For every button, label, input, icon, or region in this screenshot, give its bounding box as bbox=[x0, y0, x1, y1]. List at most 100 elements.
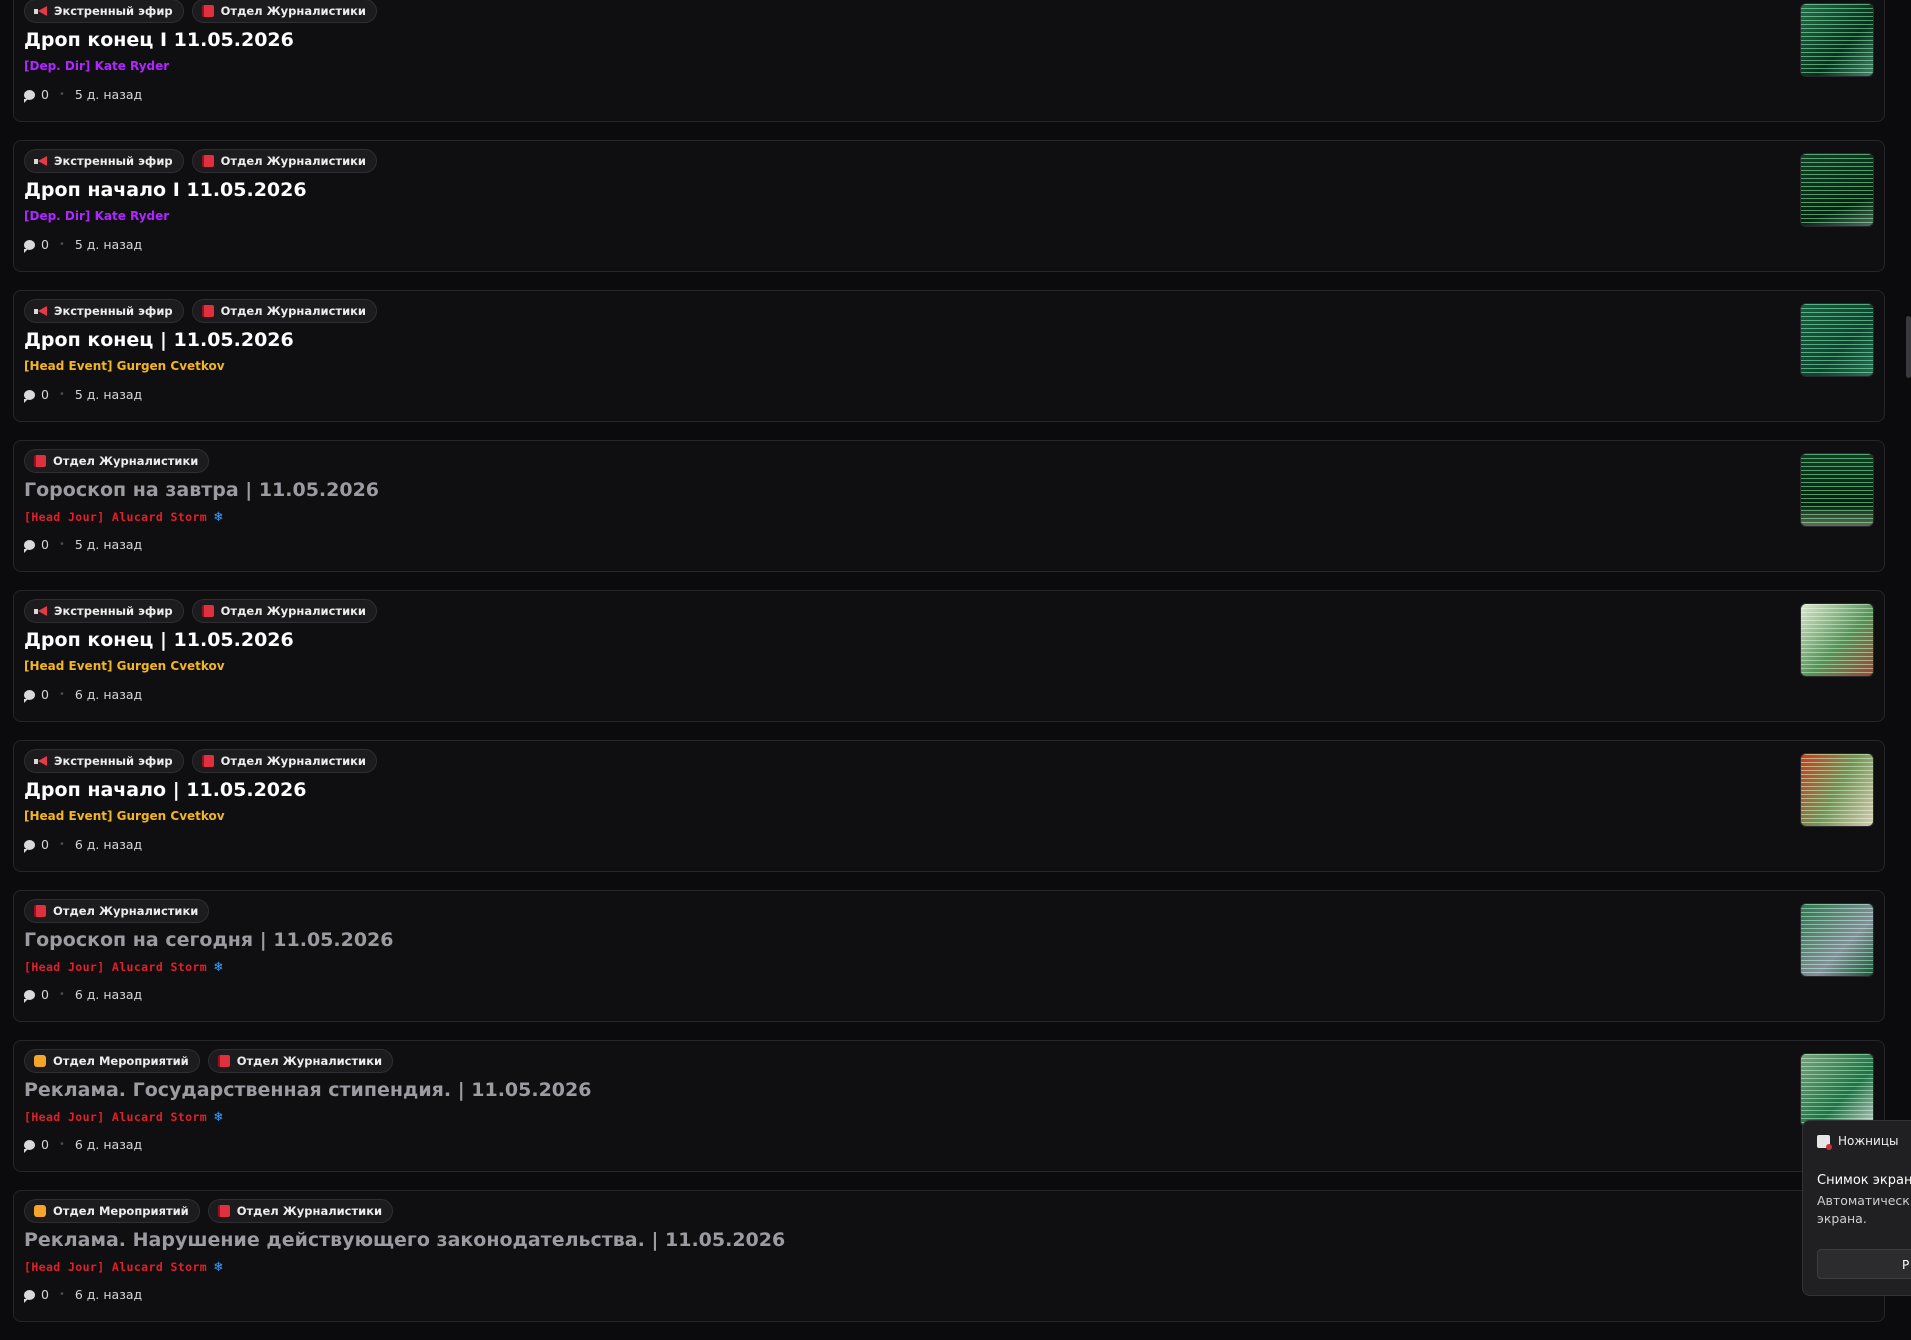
post-feed: Экстренный эфир Отдел Журналистики Дроп ко… bbox=[13, 0, 1885, 1340]
comment-icon bbox=[24, 989, 35, 1003]
book-icon bbox=[217, 1205, 230, 1217]
snipping-tool-notification[interactable]: Ножницы Снимок экрана Автоматическ экран… bbox=[1802, 1120, 1911, 1296]
post-card[interactable]: Отдел Журналистики Гороскоп на сегодня | … bbox=[13, 890, 1885, 1022]
post-time: 5 д. назад bbox=[74, 87, 143, 102]
post-title[interactable]: Гороскоп на сегодня | 11.05.2026 bbox=[24, 929, 394, 951]
comment-icon bbox=[24, 1139, 35, 1153]
post-time: 6 д. назад bbox=[74, 1287, 143, 1302]
post-meta: 0 • 6 д. назад bbox=[24, 1287, 143, 1303]
post-title[interactable]: Реклама. Государственная стипендия. | 11… bbox=[24, 1079, 591, 1101]
post-thumbnail[interactable] bbox=[1800, 453, 1874, 527]
book-icon bbox=[201, 305, 214, 317]
post-card[interactable]: Отдел Мероприятий Отдел Журналистики Рекла… bbox=[13, 1190, 1885, 1322]
tag-chip[interactable]: Отдел Журналистики bbox=[207, 1049, 394, 1073]
author-name: [Dep. Dir] Kate Ryder bbox=[24, 59, 170, 73]
post-title[interactable]: Дроп конец | 11.05.2026 bbox=[24, 629, 294, 651]
post-author[interactable]: [Head Jour] Alucard Storm ❄ bbox=[24, 1109, 223, 1125]
tag-chip[interactable]: Отдел Журналистики bbox=[24, 449, 210, 473]
post-author[interactable]: [Head Jour] Alucard Storm ❄ bbox=[24, 1259, 223, 1275]
post-thumbnail[interactable] bbox=[1800, 753, 1874, 827]
author-name: [Head Event] Gurgen Cvetkov bbox=[24, 359, 225, 373]
post-card[interactable]: Экстренный эфир Отдел Журналистики Дроп ко… bbox=[13, 0, 1885, 122]
comment-count: 0 bbox=[41, 1137, 49, 1152]
tag-label: Отдел Журналистики bbox=[236, 1054, 383, 1068]
meta-separator: • bbox=[58, 389, 65, 400]
tag-label: Отдел Журналистики bbox=[220, 4, 366, 18]
post-card[interactable]: Экстренный эфир Отдел Журналистики Дроп на… bbox=[13, 140, 1885, 272]
megaphone-icon bbox=[34, 605, 47, 617]
megaphone-icon bbox=[34, 755, 47, 767]
tag-chip[interactable]: Отдел Журналистики bbox=[191, 149, 377, 173]
post-author[interactable]: [Head Jour] Alucard Storm ❄ bbox=[24, 509, 223, 525]
tag-chip[interactable]: Отдел Журналистики bbox=[207, 1199, 394, 1223]
post-thumbnail[interactable] bbox=[1800, 1053, 1874, 1127]
tag-chip[interactable]: Отдел Журналистики bbox=[191, 599, 377, 623]
post-title[interactable]: Дроп начало I 11.05.2026 bbox=[24, 179, 307, 201]
tag-chip[interactable]: Отдел Мероприятий bbox=[24, 1049, 200, 1073]
post-meta: 0 • 5 д. назад bbox=[24, 537, 142, 553]
meta-separator: • bbox=[58, 839, 65, 850]
post-title[interactable]: Дроп конец I 11.05.2026 bbox=[24, 29, 294, 51]
tag-chip[interactable]: Отдел Журналистики bbox=[191, 749, 377, 773]
tag-chip[interactable]: Экстренный эфир bbox=[24, 0, 184, 23]
post-time: 6 д. назад bbox=[74, 687, 143, 702]
post-card[interactable]: Экстренный эфир Отдел Журналистики Дроп ко… bbox=[13, 290, 1885, 422]
post-author[interactable]: [Head Jour] Alucard Storm ❄ bbox=[24, 959, 223, 975]
post-tags: Отдел Журналистики bbox=[24, 449, 210, 473]
tag-label: Отдел Журналистики bbox=[220, 754, 366, 768]
post-title[interactable]: Гороскоп на завтра | 11.05.2026 bbox=[24, 479, 379, 501]
tag-chip[interactable]: Отдел Мероприятий bbox=[24, 1199, 200, 1223]
post-tags: Экстренный эфир Отдел Журналистики bbox=[24, 749, 377, 773]
author-name: [Head Jour] Alucard Storm bbox=[24, 1260, 208, 1274]
post-thumbnail[interactable] bbox=[1800, 603, 1874, 677]
post-card[interactable]: Отдел Журналистики Гороскоп на завтра | 1… bbox=[13, 440, 1885, 572]
comment-count: 0 bbox=[41, 387, 49, 402]
tag-chip[interactable]: Отдел Журналистики bbox=[191, 0, 377, 23]
post-tags: Экстренный эфир Отдел Журналистики bbox=[24, 0, 377, 23]
comment-count: 0 bbox=[41, 87, 49, 102]
post-time: 6 д. назад bbox=[74, 987, 143, 1002]
post-meta: 0 • 6 д. назад bbox=[24, 987, 143, 1003]
book-icon bbox=[217, 1055, 230, 1067]
tag-label: Отдел Мероприятий bbox=[53, 1204, 189, 1218]
meta-separator: • bbox=[58, 539, 65, 550]
post-meta: 0 • 6 д. назад bbox=[24, 687, 143, 703]
tag-label: Отдел Журналистики bbox=[53, 454, 199, 468]
notification-action-button[interactable]: Р bbox=[1817, 1249, 1911, 1279]
post-author[interactable]: [Dep. Dir] Kate Ryder bbox=[24, 209, 169, 223]
post-author[interactable]: [Head Event] Gurgen Cvetkov bbox=[24, 809, 225, 823]
post-time: 6 д. назад bbox=[74, 837, 143, 852]
tag-chip[interactable]: Экстренный эфир bbox=[24, 599, 184, 623]
post-thumbnail[interactable] bbox=[1800, 153, 1874, 227]
tag-label: Отдел Журналистики bbox=[220, 604, 366, 618]
book-icon bbox=[34, 455, 46, 467]
meta-separator: • bbox=[58, 1139, 65, 1150]
post-card[interactable]: Отдел Мероприятий Отдел Журналистики Рекла… bbox=[13, 1040, 1885, 1172]
post-author[interactable]: [Dep. Dir] Kate Ryder bbox=[24, 59, 169, 73]
tag-chip[interactable]: Экстренный эфир bbox=[24, 149, 184, 173]
comment-icon bbox=[24, 689, 35, 703]
post-title[interactable]: Дроп конец | 11.05.2026 bbox=[24, 329, 294, 351]
comment-count: 0 bbox=[41, 537, 49, 552]
meta-separator: • bbox=[58, 89, 65, 100]
post-card[interactable]: Экстренный эфир Отдел Журналистики Дроп ко… bbox=[13, 590, 1885, 722]
tag-chip[interactable]: Экстренный эфир bbox=[24, 299, 184, 323]
post-author[interactable]: [Head Event] Gurgen Cvetkov bbox=[24, 359, 225, 373]
post-thumbnail[interactable] bbox=[1800, 903, 1874, 977]
post-thumbnail[interactable] bbox=[1800, 3, 1874, 77]
post-tags: Экстренный эфир Отдел Журналистики bbox=[24, 149, 377, 173]
post-time: 5 д. назад bbox=[74, 237, 143, 252]
tag-chip[interactable]: Отдел Журналистики bbox=[191, 299, 377, 323]
tag-label: Отдел Журналистики bbox=[236, 1204, 383, 1218]
notification-body: Автоматическ экрана. bbox=[1817, 1193, 1910, 1226]
tag-chip[interactable]: Отдел Журналистики bbox=[24, 899, 210, 923]
author-name: [Dep. Dir] Kate Ryder bbox=[24, 209, 170, 223]
post-title[interactable]: Дроп начало | 11.05.2026 bbox=[24, 779, 306, 801]
tag-chip[interactable]: Экстренный эфир bbox=[24, 749, 184, 773]
post-thumbnail[interactable] bbox=[1800, 303, 1874, 377]
megaphone-icon bbox=[34, 155, 47, 167]
post-author[interactable]: [Head Event] Gurgen Cvetkov bbox=[24, 659, 225, 673]
post-card[interactable]: Экстренный эфир Отдел Журналистики Дроп на… bbox=[13, 740, 1885, 872]
post-title[interactable]: Реклама. Нарушение действующего законода… bbox=[24, 1229, 785, 1251]
scrollbar-thumb[interactable] bbox=[1906, 316, 1911, 378]
